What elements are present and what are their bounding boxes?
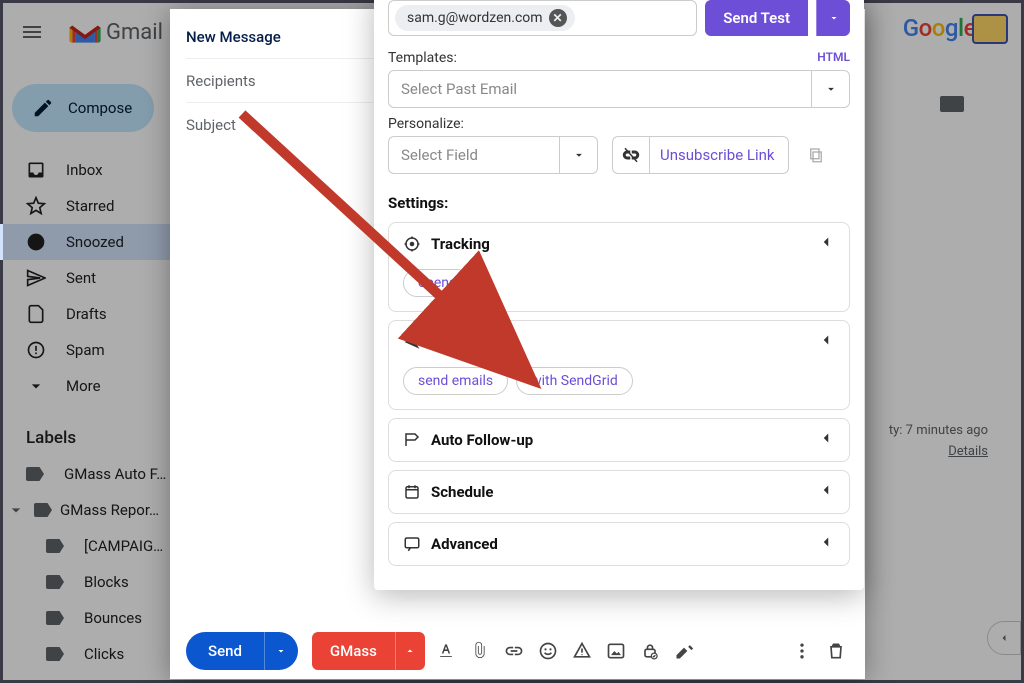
details-link[interactable]: Details [948,444,988,459]
gmail-logo-text: Gmail [106,20,163,45]
draft-icon [26,304,46,324]
schedule-header[interactable]: Schedule [389,471,849,513]
input-tools-icon[interactable] [940,96,968,120]
autofollowup-card: Auto Follow-up [388,418,850,462]
email-chip[interactable]: sam.g@wordzen.com ✕ [395,5,575,31]
gmass-dropdown[interactable] [395,632,425,670]
side-panel-toggle[interactable] [987,621,1021,655]
advanced-card: Advanced [388,522,850,566]
remove-chip-icon[interactable]: ✕ [549,9,567,27]
activity-text-block: ty: 7 minutes ago Details [889,421,988,463]
send-icon [26,268,46,288]
followup-icon [403,431,421,449]
confidential-icon[interactable] [637,629,663,673]
tag-icon [34,503,52,517]
tracking-header[interactable]: Tracking [389,223,849,265]
compose-button[interactable]: Compose [12,84,154,132]
attach-icon[interactable] [467,629,493,673]
action-pill-sendgrid[interactable]: with SendGrid [516,367,633,395]
templates-label: Templates: [388,50,457,66]
personalize-select[interactable]: Select Field [388,136,560,174]
image-icon[interactable] [603,629,629,673]
action-icon [403,333,421,351]
tag-icon [26,467,44,481]
compose-toolbar: Send GMass [170,623,865,679]
tag-icon [46,647,64,661]
action-header[interactable]: Action [389,321,849,363]
tracking-pill-opens[interactable]: opens [403,269,471,297]
compose-label: Compose [68,99,132,117]
copy-icon[interactable] [803,136,829,174]
activity-time: ty: 7 minutes ago [889,421,988,442]
chat-icon [403,535,421,553]
schedule-card: Schedule [388,470,850,514]
format-icon[interactable] [433,629,459,673]
trash-icon[interactable] [823,629,849,673]
drive-icon[interactable] [569,629,595,673]
menu-icon[interactable] [16,16,48,48]
chevron-down-icon [6,500,26,520]
test-email-input[interactable]: sam.g@wordzen.com ✕ [388,0,697,36]
tag-icon [46,539,64,553]
spam-icon [26,340,46,360]
inbox-icon [26,160,46,180]
tracking-card: Tracking opens [388,222,850,312]
gmail-logo[interactable]: Gmail [68,19,163,45]
autofollowup-header[interactable]: Auto Follow-up [389,419,849,461]
emoji-icon[interactable] [535,629,561,673]
unsubscribe-link-button[interactable]: Unsubscribe Link [612,136,789,174]
personalize-select-dropdown[interactable] [560,136,598,174]
extension-icon[interactable] [972,14,1008,44]
clock-icon [26,232,46,252]
tag-icon [46,611,64,625]
signature-icon[interactable] [671,629,697,673]
settings-heading: Settings: [388,194,850,212]
send-dropdown[interactable] [264,632,298,670]
send-test-dropdown[interactable] [816,0,850,36]
unlink-icon [612,136,650,174]
personalize-label: Personalize: [388,116,464,132]
templates-select[interactable]: Select Past Email [388,70,812,108]
link-icon[interactable] [501,629,527,673]
gmass-button[interactable]: GMass [312,632,395,670]
google-logo: Google [903,14,976,42]
send-button[interactable]: Send [186,632,264,670]
gmass-panel: sam.g@wordzen.com ✕ Send Test Templates:… [374,0,864,590]
tag-icon [46,575,64,589]
send-test-button[interactable]: Send Test [705,0,808,36]
star-icon [26,196,46,216]
calendar-icon [403,483,421,501]
more-icon[interactable] [789,629,815,673]
advanced-header[interactable]: Advanced [389,523,849,565]
action-card: Action send emails with SendGrid [388,320,850,410]
tracking-icon [403,235,421,253]
templates-mode[interactable]: HTML [817,50,850,66]
templates-select-dropdown[interactable] [812,70,850,108]
chevron-down-icon [26,376,46,396]
action-pill-send-emails[interactable]: send emails [403,367,508,395]
